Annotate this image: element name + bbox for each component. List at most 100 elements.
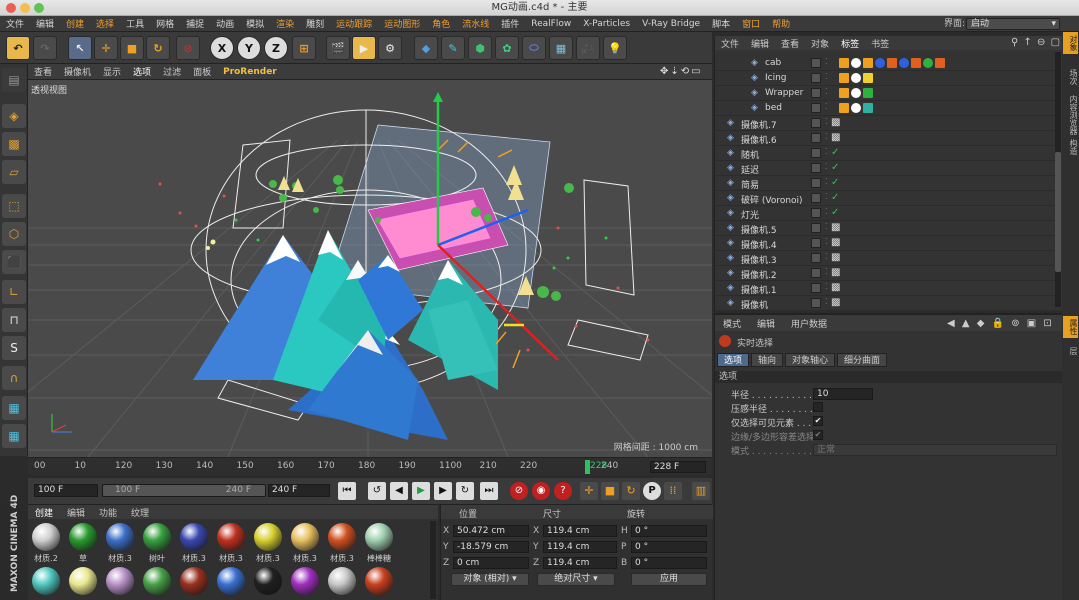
menu-item-21[interactable]: 帮助 — [766, 17, 796, 30]
cloner-button[interactable]: ✿ — [495, 36, 519, 60]
menu-item-0[interactable]: 文件 — [0, 17, 30, 30]
attribute-checkbox[interactable]: ✔ — [813, 430, 823, 440]
render-visibility-dots[interactable]: ⁚ — [825, 267, 828, 276]
material-tag-icon[interactable] — [839, 58, 849, 68]
object-row[interactable]: ◈ 摄像机 ⁚ ▩ — [715, 296, 1055, 311]
enabled-check-icon[interactable]: ✓ — [831, 207, 839, 218]
right-tab-0[interactable]: 对象 — [1063, 32, 1078, 54]
object-name[interactable]: 摄像机.6 — [741, 133, 777, 146]
object-menu-5[interactable]: 书签 — [865, 37, 895, 50]
menu-item-11[interactable]: 运动跟踪 — [330, 17, 378, 30]
viewport-menu-3[interactable]: 选项 — [127, 65, 157, 78]
menu-item-2[interactable]: 创建 — [60, 17, 90, 30]
visibility-toggle[interactable] — [811, 238, 821, 248]
object-menu-3[interactable]: 对象 — [805, 37, 835, 50]
camera-tag-icon[interactable]: ▩ — [831, 222, 840, 233]
object-menu-2[interactable]: 查看 — [775, 37, 805, 50]
right-tab-3[interactable]: 构造 — [1063, 136, 1078, 158]
material-swatch[interactable] — [69, 523, 97, 551]
object-name[interactable]: 延迟 — [741, 163, 759, 176]
object-row[interactable]: ◈ 灯光 ⁚ ✓ — [715, 206, 1055, 221]
perspective-viewport[interactable]: 透视视图 网格间距: 1000 cm — [28, 80, 712, 457]
zoom-window-button[interactable] — [34, 3, 44, 13]
tweak-mode-button[interactable]: ⊓ — [2, 308, 26, 332]
material-tag-icon[interactable] — [935, 58, 945, 68]
material-swatch[interactable] — [180, 567, 208, 595]
search-icon[interactable]: ⚲ ↑ ⊖ ▢ — [1011, 37, 1061, 48]
keyframe-selection-button[interactable]: ? — [554, 482, 572, 500]
material-swatch[interactable] — [69, 567, 97, 595]
material-tag-icon[interactable] — [899, 58, 909, 68]
material-swatch[interactable] — [365, 567, 393, 595]
material-swatch[interactable] — [365, 523, 393, 551]
menu-item-8[interactable]: 模拟 — [240, 17, 270, 30]
material-tag-icon[interactable] — [911, 58, 921, 68]
size-mode-select[interactable]: 绝对尺寸 ▾ — [537, 573, 615, 586]
attribute-menu-2[interactable]: 用户数据 — [783, 317, 835, 330]
object-row[interactable]: ◈ cab ⁚ — [715, 56, 1055, 71]
material-tag-icon[interactable] — [863, 73, 873, 83]
next-frame-button[interactable]: ▶ — [434, 482, 452, 500]
material-menu-1[interactable]: 编辑 — [60, 506, 92, 519]
rotation-field[interactable]: 0 ° — [631, 541, 707, 553]
object-row[interactable]: ◈ 摄像机.3 ⁚ ▩ — [715, 251, 1055, 266]
axis-mode-button[interactable]: ∟ — [2, 280, 26, 304]
object-row[interactable]: ◈ Icing ⁚ — [715, 71, 1055, 86]
go-to-start-button[interactable]: ⏮ — [338, 482, 356, 500]
object-menu-4[interactable]: 标签 — [835, 37, 865, 50]
coord-mode-select[interactable]: 对象 (相对) ▾ — [451, 573, 529, 586]
make-editable-button[interactable]: ▤ — [2, 68, 26, 92]
visibility-toggle[interactable] — [811, 133, 821, 143]
position-field[interactable]: 0 cm — [453, 557, 529, 569]
material-tag-icon[interactable] — [863, 58, 873, 68]
attribute-menu-0[interactable]: 模式 — [715, 317, 749, 330]
key-rotation-button[interactable]: ↻ — [622, 482, 640, 500]
material-tag-icon[interactable] — [851, 73, 861, 83]
menu-item-6[interactable]: 捕捉 — [180, 17, 210, 30]
render-visibility-dots[interactable]: ⁚ — [825, 57, 828, 66]
attribute-menu-1[interactable]: 编辑 — [749, 317, 783, 330]
render-visibility-dots[interactable]: ⁚ — [825, 282, 828, 291]
visibility-toggle[interactable] — [811, 88, 821, 98]
material-menu-0[interactable]: 创建 — [28, 506, 60, 519]
visibility-toggle[interactable] — [811, 283, 821, 293]
render-visibility-dots[interactable]: ⁚ — [825, 222, 828, 231]
film-button[interactable]: ▥ — [692, 482, 710, 500]
material-tag-icon[interactable] — [851, 88, 861, 98]
material-menu-3[interactable]: 纹理 — [124, 506, 156, 519]
object-row[interactable]: ◈ 简易 ⁚ ✓ — [715, 176, 1055, 191]
snap-button[interactable]: S — [2, 336, 26, 360]
object-name[interactable]: 简易 — [741, 178, 759, 191]
object-name[interactable]: 摄像机.3 — [741, 253, 777, 266]
viewport-menu-4[interactable]: 过滤 — [157, 65, 187, 78]
material-swatch[interactable] — [328, 523, 356, 551]
live-selection-button[interactable]: ↖ — [68, 36, 92, 60]
undo-button[interactable]: ↶ — [6, 36, 30, 60]
material-tag-icon[interactable] — [851, 58, 861, 68]
render-visibility-dots[interactable]: ⁚ — [825, 207, 828, 216]
model-mode-button[interactable]: ◈ — [2, 104, 26, 128]
key-pla-button[interactable]: ⁞⁞ — [664, 482, 682, 500]
object-row[interactable]: ◈ 摄像机.4 ⁚ ▩ — [715, 236, 1055, 251]
viewport-nav-icons[interactable]: ✥⇣⟲▭ — [660, 66, 703, 77]
viewport-menu-2[interactable]: 显示 — [97, 65, 127, 78]
magnet-button[interactable]: ∩ — [2, 366, 26, 390]
timeline-ruler[interactable]: 00 10 120 130 140 150 160 170 180 190 1100 210 220 24… — [28, 457, 712, 475]
object-name[interactable]: Icing — [765, 73, 787, 83]
object-row[interactable]: ◈ 摄像机.5 ⁚ ▩ — [715, 221, 1055, 236]
attribute-checkbox[interactable] — [813, 402, 823, 412]
visibility-toggle[interactable] — [811, 268, 821, 278]
redo-button[interactable]: ↷ — [33, 36, 57, 60]
object-name[interactable]: 破碎 (Voronoi) — [741, 193, 803, 206]
render-visibility-dots[interactable]: ⁚ — [825, 147, 828, 156]
viewport-menu-1[interactable]: 摄像机 — [58, 65, 97, 78]
current-frame-field[interactable]: 228 F — [650, 461, 706, 473]
key-scale-button[interactable]: ■ — [601, 482, 619, 500]
rotate-tool-button[interactable]: ↻ — [146, 36, 170, 60]
material-tag-icon[interactable] — [863, 103, 873, 113]
material-swatch[interactable] — [106, 523, 134, 551]
material-swatch[interactable] — [254, 523, 282, 551]
render-visibility-dots[interactable]: ⁚ — [825, 192, 828, 201]
material-tag-icon[interactable] — [839, 88, 849, 98]
subdivision-button[interactable]: ⬢ — [468, 36, 492, 60]
